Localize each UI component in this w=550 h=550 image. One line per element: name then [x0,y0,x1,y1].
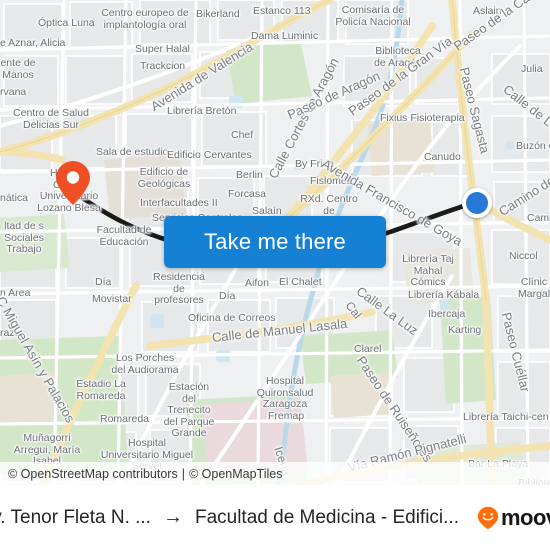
openmaptiles-attribution-link[interactable]: © OpenMapTiles [189,467,283,481]
take-me-there-button[interactable]: Take me there [164,216,386,268]
origin-pin-icon [56,161,90,205]
destination-dot [466,192,488,214]
moovit-wordmark: moovit [500,504,550,530]
origin-pin-marker[interactable] [55,160,91,206]
map-attribution: © OpenStreetMap contributors | © OpenMap… [0,462,550,485]
map-canvas[interactable]: Óptica Luna Centro europeo de implantolog… [0,0,550,485]
moovit-pin-icon [477,506,499,529]
route-footer: Av. Tenor Fleta N. ... → Facultad de Med… [0,485,550,550]
arrow-right-icon: → [162,506,183,528]
osm-attribution-link[interactable]: © OpenStreetMap contributors [8,467,178,481]
destination-dot-marker[interactable] [462,188,492,218]
route-origin-label: Av. Tenor Fleta N. ... [0,506,151,528]
moovit-logo[interactable]: moovit [477,505,550,531]
moovit-route-preview: Óptica Luna Centro europeo de implantolog… [0,0,550,550]
route-destination-label: Facultad de Medicina - Edifici... [194,506,459,528]
attribution-separator: | [181,466,185,481]
